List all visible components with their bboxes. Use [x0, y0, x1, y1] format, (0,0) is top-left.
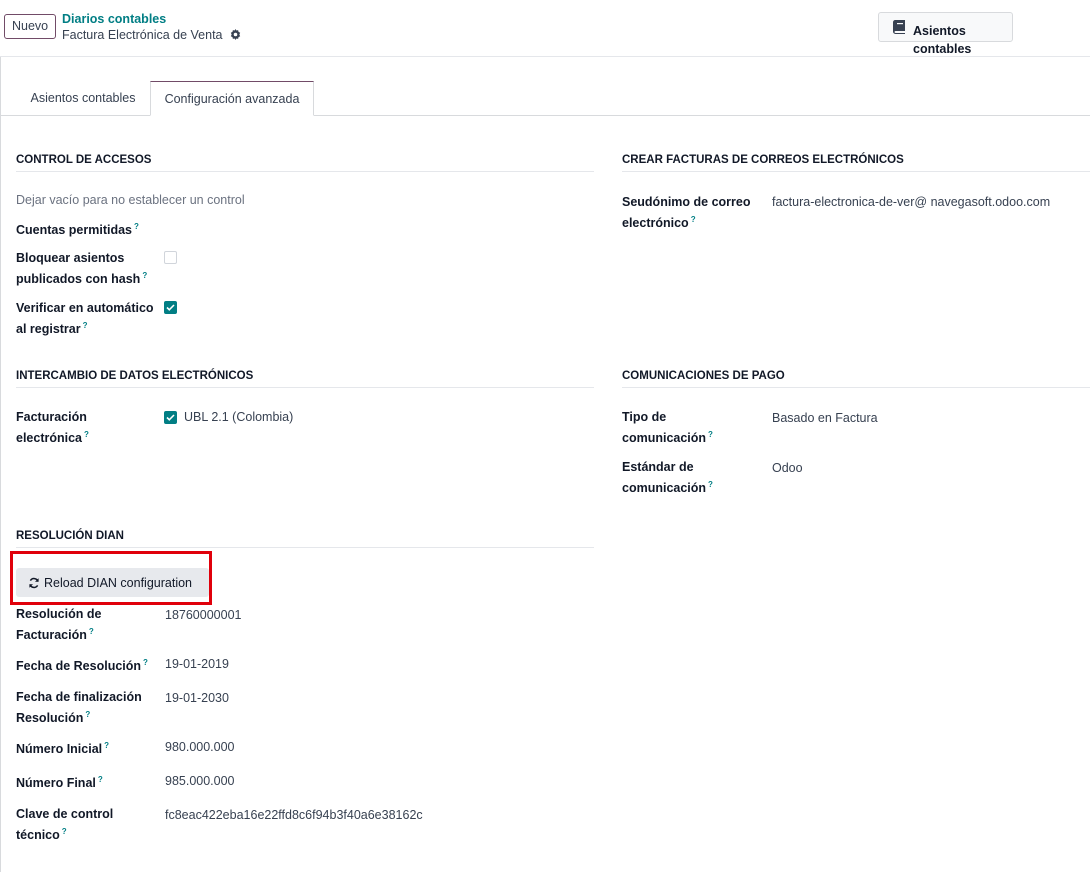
help-icon[interactable]: ?: [143, 658, 148, 667]
breadcrumb-current: Factura Electrónica de Venta: [62, 28, 241, 42]
section-divider: [16, 171, 594, 172]
allowed-accounts-label: Cuentas permitidas?: [16, 222, 139, 238]
journal-entries-smart-button[interactable]: Asientos contables: [878, 12, 1013, 56]
auto-check-checkbox[interactable]: [164, 301, 177, 314]
comm-type-value[interactable]: Basado en Factura: [772, 409, 878, 427]
breadcrumb-parent-link[interactable]: Diarios contables: [62, 12, 166, 26]
lock-hash-checkbox[interactable]: [164, 251, 177, 264]
control-panel: Nuevo Diarios contables Factura Electrón…: [0, 0, 1090, 57]
gear-icon[interactable]: [230, 29, 241, 40]
section-email-invoices: CREAR FACTURAS DE CORREOS ELECTRÓNICOS: [622, 154, 904, 166]
section-dian: RESOLUCIÓN DIAN: [16, 530, 124, 542]
technical-key-value[interactable]: fc8eac422eba16e22ffd8c6f94b3f40a6e38162c: [165, 806, 423, 824]
help-icon[interactable]: ?: [134, 222, 139, 231]
resolution-end-value[interactable]: 19-01-2030: [165, 689, 229, 707]
section-divider: [16, 547, 594, 548]
help-icon[interactable]: ?: [104, 741, 109, 750]
start-number-label: Número Inicial?: [16, 741, 110, 757]
resolution-date-label: Fecha de Resolución?: [16, 658, 148, 674]
technical-key-label: Clave de control técnico?: [16, 807, 114, 843]
comm-standard-value[interactable]: Odoo: [772, 459, 803, 477]
new-button[interactable]: Nuevo: [4, 14, 57, 39]
email-alias-value[interactable]: factura-electronica-de-ver@ navegasoft.o…: [772, 193, 1050, 211]
help-icon[interactable]: ?: [62, 827, 67, 836]
help-icon[interactable]: ?: [708, 480, 713, 489]
help-icon[interactable]: ?: [98, 775, 103, 784]
help-icon[interactable]: ?: [708, 430, 713, 439]
resolution-end-label: Fecha de finalización Resolución?: [16, 690, 142, 726]
section-divider: [16, 387, 594, 388]
end-number-value[interactable]: 985.000.000: [165, 772, 235, 790]
resolution-value[interactable]: 18760000001: [165, 606, 241, 624]
auto-check-label: Verificar en automático al registrar?: [16, 301, 154, 337]
section-divider: [622, 171, 1090, 172]
tab-journal-entries[interactable]: Asientos contables: [16, 81, 150, 116]
comm-standard-label: Estándar de comunicación?: [622, 460, 713, 496]
help-icon[interactable]: ?: [89, 627, 94, 636]
help-icon[interactable]: ?: [691, 215, 696, 224]
section-payment-comm: COMUNICACIONES DE PAGO: [622, 370, 785, 382]
resolution-label: Resolución de Facturación?: [16, 607, 102, 643]
edi-label: Facturación electrónica?: [16, 410, 89, 446]
help-icon[interactable]: ?: [84, 430, 89, 439]
check-icon: [166, 414, 175, 421]
tab-advanced-settings[interactable]: Configuración avanzada: [150, 81, 314, 116]
book-icon: [892, 20, 905, 34]
section-access-control: CONTROL DE ACCESOS: [16, 154, 152, 166]
email-alias-label: Seudónimo de correo electrónico?: [622, 195, 751, 231]
comm-type-label: Tipo de comunicación?: [622, 410, 713, 446]
sheet-border: [0, 57, 1, 872]
check-icon: [166, 304, 175, 311]
help-icon[interactable]: ?: [85, 710, 90, 719]
smart-button-label: Asientos contables: [913, 24, 972, 56]
resolution-date-value[interactable]: 19-01-2019: [165, 655, 229, 673]
highlight-box: [10, 551, 212, 605]
start-number-value[interactable]: 980.000.000: [165, 738, 235, 756]
edi-ubl-label: UBL 2.1 (Colombia): [184, 410, 294, 424]
edi-ubl-checkbox[interactable]: [164, 411, 177, 424]
help-icon[interactable]: ?: [142, 271, 147, 280]
accounts-placeholder-text: Dejar vacío para no establecer un contro…: [16, 193, 245, 207]
section-divider: [622, 387, 1090, 388]
section-edi: INTERCAMBIO DE DATOS ELECTRÓNICOS: [16, 370, 254, 382]
lock-hash-label: Bloquear asientos publicados con hash?: [16, 251, 148, 287]
help-icon[interactable]: ?: [83, 321, 88, 330]
end-number-label: Número Final?: [16, 775, 103, 791]
breadcrumb-current-label: Factura Electrónica de Venta: [62, 28, 223, 42]
